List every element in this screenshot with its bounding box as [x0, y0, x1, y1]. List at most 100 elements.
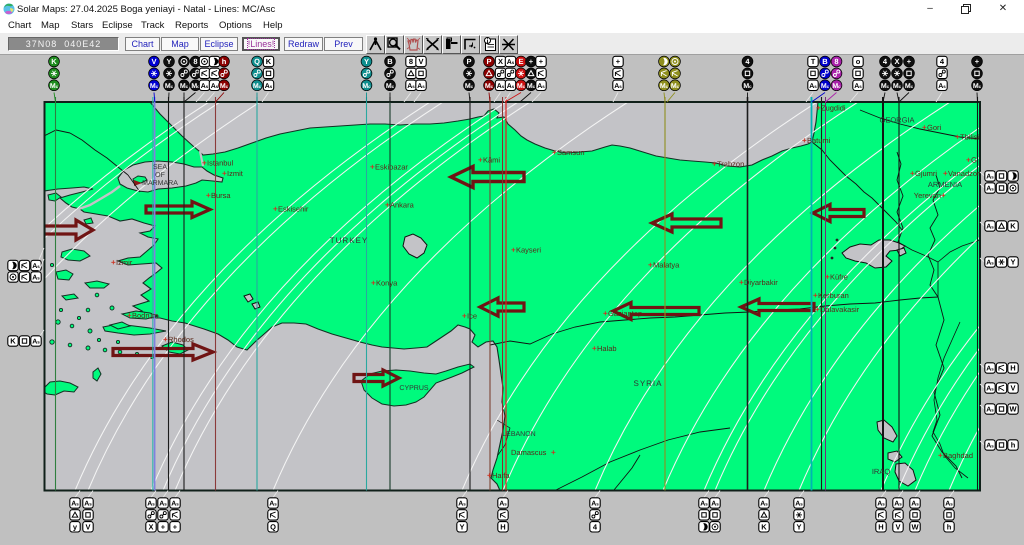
svg-text:As: As	[986, 186, 994, 193]
svg-text:Izmir: Izmir	[116, 258, 133, 267]
svg-text:Eskisehir: Eskisehir	[278, 205, 309, 214]
svg-text:Damascus: Damascus	[511, 448, 547, 457]
svg-text:K: K	[1010, 222, 1016, 231]
svg-text:Mc: Mc	[386, 83, 395, 90]
svg-text:Mc: Mc	[973, 83, 982, 90]
svg-text:Haifa: Haifa	[492, 471, 510, 480]
svg-text:Mc: Mc	[362, 83, 371, 90]
svg-text:E: E	[518, 57, 523, 66]
svg-text:ARMENIA: ARMENIA	[928, 180, 962, 189]
svg-text:i: i	[487, 38, 489, 45]
svg-text:LEBANON: LEBANON	[502, 431, 535, 438]
svg-text:Mc: Mc	[743, 83, 752, 90]
svg-text:K: K	[266, 57, 272, 66]
svg-text:Dalavakasir: Dalavakasir	[820, 305, 860, 314]
svg-text:Mc: Mc	[893, 83, 902, 90]
svg-text:As: As	[795, 501, 803, 508]
svg-text:+: +	[539, 57, 544, 66]
svg-text:Tbilisi: Tbilisi	[960, 133, 980, 142]
svg-text:As: As	[407, 83, 415, 90]
svg-text:SEA: SEA	[153, 164, 167, 171]
svg-text:Batumi: Batumi	[807, 136, 831, 145]
svg-text:Bodrum: Bodrum	[132, 311, 158, 320]
svg-text:+: +	[173, 523, 178, 532]
svg-text:G: G	[971, 156, 977, 165]
svg-text:As: As	[614, 83, 622, 90]
svg-text:Eskipazar: Eskipazar	[375, 163, 408, 172]
svg-text:Mc: Mc	[832, 83, 841, 90]
svg-text:Gjumri: Gjumri	[915, 169, 937, 178]
svg-text:SYRIA: SYRIA	[633, 379, 662, 388]
svg-text:+: +	[975, 57, 980, 66]
svg-text:+: +	[616, 57, 621, 66]
svg-text:H: H	[878, 523, 883, 532]
svg-text:Vanadzor: Vanadzor	[948, 169, 980, 178]
svg-text:Mc: Mc	[165, 83, 174, 90]
svg-text:As: As	[499, 501, 507, 508]
svg-text:Q: Q	[270, 523, 276, 532]
svg-text:B: B	[387, 57, 393, 66]
svg-text:As: As	[417, 83, 425, 90]
svg-text:P: P	[486, 57, 491, 66]
svg-text:Ice: Ice	[467, 312, 477, 321]
svg-text:As: As	[591, 501, 599, 508]
svg-text:Istanbul: Istanbul	[207, 159, 234, 168]
svg-text:V: V	[895, 523, 900, 532]
svg-text:As: As	[894, 501, 902, 508]
svg-text:As: As	[986, 443, 994, 450]
svg-text:T: T	[811, 57, 816, 66]
svg-text:As: As	[458, 501, 466, 508]
svg-text:Küfre: Küfre	[830, 273, 848, 282]
svg-text:OF: OF	[155, 172, 165, 179]
svg-text:Mc: Mc	[660, 83, 669, 90]
svg-text:Y: Y	[459, 523, 464, 532]
svg-text:W: W	[911, 523, 919, 532]
svg-text:Mc: Mc	[905, 83, 914, 90]
svg-text:Mc: Mc	[517, 83, 526, 90]
svg-text:X: X	[498, 57, 503, 66]
svg-text:Halab: Halab	[597, 344, 617, 353]
svg-text:As: As	[507, 83, 515, 90]
svg-text:As: As	[32, 275, 40, 282]
svg-text:As: As	[760, 501, 768, 508]
svg-text:V: V	[1010, 384, 1015, 393]
svg-text:As: As	[711, 501, 719, 508]
svg-text:Kerburan: Kerburan	[818, 291, 849, 300]
svg-text:Kâmi: Kâmi	[483, 156, 500, 165]
svg-text:As: As	[84, 501, 92, 508]
svg-text:K: K	[761, 523, 767, 532]
svg-text:GEORGIA: GEORGIA	[879, 116, 914, 125]
svg-text:K: K	[51, 57, 57, 66]
svg-text:Gori: Gori	[927, 123, 942, 132]
svg-text:As: As	[507, 59, 515, 66]
svg-text:As: As	[809, 83, 817, 90]
svg-text:o: o	[856, 57, 861, 66]
svg-text:V: V	[151, 57, 156, 66]
svg-text:As: As	[171, 501, 179, 508]
svg-text:As: As	[71, 501, 79, 508]
svg-text:As: As	[159, 501, 167, 508]
svg-text:Mc: Mc	[527, 83, 536, 90]
svg-text:Mc: Mc	[671, 83, 680, 90]
svg-text:As: As	[269, 501, 277, 508]
svg-text:+: +	[529, 57, 534, 66]
svg-text:+: +	[941, 191, 946, 200]
svg-text:Baghdad: Baghdad	[943, 451, 973, 460]
svg-text:Q: Q	[254, 57, 260, 66]
svg-text:As: As	[854, 83, 862, 90]
svg-text:+: +	[551, 448, 556, 457]
svg-text:Bursa: Bursa	[211, 191, 231, 200]
svg-text:W: W	[1009, 405, 1017, 414]
svg-text:As: As	[986, 366, 994, 373]
svg-text:Mc: Mc	[465, 83, 474, 90]
svg-text:As: As	[877, 501, 885, 508]
svg-text:+: +	[907, 57, 912, 66]
svg-text:Samsun: Samsun	[557, 148, 585, 157]
svg-text:Mc: Mc	[50, 83, 59, 90]
svg-text:As: As	[700, 501, 708, 508]
svg-text:Mc: Mc	[180, 83, 189, 90]
svg-text:Gaziantep: Gaziantep	[608, 309, 642, 318]
svg-text:Mc: Mc	[253, 83, 262, 90]
svg-text:As: As	[211, 83, 219, 90]
svg-text:As: As	[32, 263, 40, 270]
